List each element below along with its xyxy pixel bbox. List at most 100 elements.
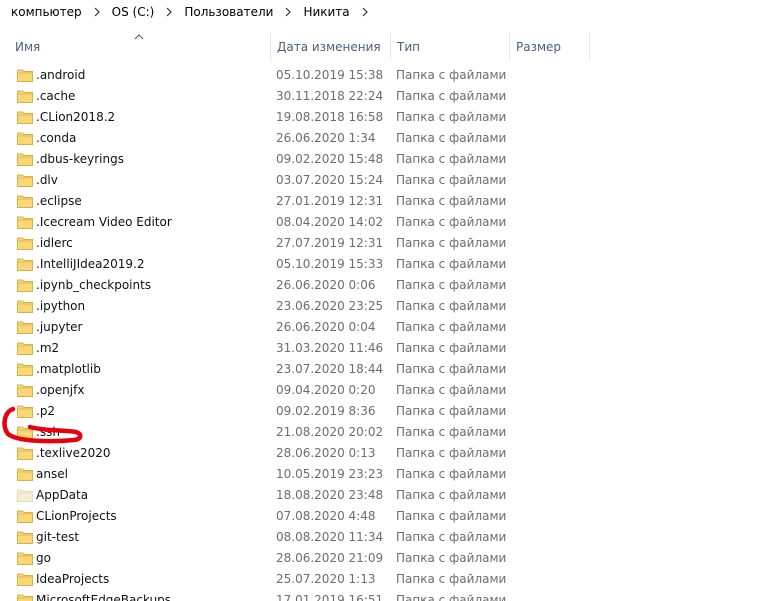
folder-icon <box>17 132 33 145</box>
item-type: Папка с файлами <box>396 299 507 313</box>
folder-icon <box>17 153 33 166</box>
item-type: Папка с файлами <box>396 278 507 292</box>
file-explorer: компьютер OS (C:) Пользователи Никита Им… <box>0 0 779 601</box>
item-type: Папка с файлами <box>396 551 507 565</box>
list-item[interactable]: .idlerc 27.07.2019 12:31 Папка с файлами <box>0 233 779 254</box>
item-name: .ssh <box>36 425 60 439</box>
item-type: Папка с файлами <box>396 257 507 271</box>
folder-icon <box>17 90 33 103</box>
item-name: CLionProjects <box>36 509 117 523</box>
item-name: .conda <box>36 131 77 145</box>
list-item[interactable]: .texlive2020 28.06.2020 0:13 Папка с файла… <box>0 443 779 464</box>
list-item[interactable]: .eclipse 27.01.2019 12:31 Папка с файлами <box>0 191 779 212</box>
column-header-date-label: Дата изменения <box>277 39 381 54</box>
item-name: ansel <box>36 467 68 481</box>
item-name: .texlive2020 <box>36 446 111 460</box>
list-item[interactable]: .CLion2018.2 19.08.2018 16:58 Папка с файл… <box>0 107 779 128</box>
list-item[interactable]: .ipython 23.06.2020 23:25 Папка с файлами <box>0 296 779 317</box>
item-type: Папка с файлами <box>396 509 507 523</box>
list-item[interactable]: .ipynb_checkpoints 26.06.2020 0:06 Папка с… <box>0 275 779 296</box>
column-header-name[interactable]: Имя <box>9 33 270 60</box>
list-item[interactable]: AppData 18.08.2020 23:48 Папка с файлами <box>0 485 779 506</box>
item-date-modified: 26.06.2020 0:04 <box>276 320 376 334</box>
list-item[interactable]: .ssh 21.08.2020 20:02 Папка с файлами <box>0 422 779 443</box>
item-type: Папка с файлами <box>396 173 507 187</box>
list-item[interactable]: go 28.06.2020 21:09 Папка с файлами <box>0 548 779 569</box>
item-date-modified: 08.04.2020 14:02 <box>276 215 384 229</box>
folder-icon <box>17 468 33 481</box>
item-date-modified: 27.07.2019 12:31 <box>276 236 384 250</box>
folder-icon <box>17 384 33 397</box>
list-item[interactable]: .cache 30.11.2018 22:24 Папка с файлами <box>0 86 779 107</box>
item-name: .dlv <box>36 173 58 187</box>
item-name: .cache <box>36 89 76 103</box>
column-header-name-label: Имя <box>15 39 41 54</box>
breadcrumb-item-computer[interactable]: компьютер <box>11 5 82 19</box>
item-name: .Icecream Video Editor <box>36 215 172 229</box>
list-item[interactable]: IdeaProjects 25.07.2020 1:13 Папка с файла… <box>0 569 779 590</box>
chevron-right-icon[interactable] <box>357 4 373 20</box>
list-item[interactable]: MicrosoftEdgeBackups 17.01.2019 16:51 Папк… <box>0 590 779 601</box>
folder-icon <box>17 237 33 250</box>
item-type: Папка с файлами <box>396 152 507 166</box>
list-item[interactable]: .p2 09.02.2019 8:36 Папка с файлами <box>0 401 779 422</box>
folder-icon <box>17 405 33 418</box>
list-item[interactable]: .jupyter 26.06.2020 0:04 Папка с файлами <box>0 317 779 338</box>
breadcrumb-item-drive[interactable]: OS (C:) <box>112 5 155 19</box>
item-name: git-test <box>36 530 80 544</box>
item-date-modified: 09.02.2020 15:48 <box>276 152 384 166</box>
folder-icon <box>17 426 33 439</box>
list-item[interactable]: .IntelliJIdea2019.2 05.10.2019 15:33 Папка… <box>0 254 779 275</box>
breadcrumb-item-current-user[interactable]: Никита <box>303 5 349 19</box>
list-item[interactable]: .conda 26.06.2020 1:34 Папка с файлами <box>0 128 779 149</box>
list-item[interactable]: git-test 08.08.2020 11:34 Папка с файлами <box>0 527 779 548</box>
item-name: .p2 <box>36 404 56 418</box>
item-date-modified: 27.01.2019 12:31 <box>276 194 384 208</box>
column-header-date[interactable]: Дата изменения <box>270 33 390 60</box>
column-header-size-label: Размер <box>516 39 562 54</box>
list-item[interactable]: ansel 10.05.2019 23:23 Папка с файлами <box>0 464 779 485</box>
item-type: Папка с файлами <box>396 194 507 208</box>
item-name: .openjfx <box>36 383 85 397</box>
item-type: Папка с файлами <box>396 446 507 460</box>
list-item[interactable]: .dlv 03.07.2020 15:24 Папка с файлами <box>0 170 779 191</box>
list-item[interactable]: .Icecream Video Editor 08.04.2020 14:02 Па… <box>0 212 779 233</box>
item-date-modified: 07.08.2020 4:48 <box>276 509 376 523</box>
column-header-type[interactable]: Тип <box>390 33 509 60</box>
list-item[interactable]: CLionProjects 07.08.2020 4:48 Папка с файл… <box>0 506 779 527</box>
item-date-modified: 05.10.2019 15:33 <box>276 257 384 271</box>
item-date-modified: 09.02.2019 8:36 <box>276 404 376 418</box>
list-item[interactable]: .matplotlib 23.07.2020 18:44 Папка с файла… <box>0 359 779 380</box>
item-date-modified: 28.06.2020 0:13 <box>276 446 376 460</box>
folder-icon <box>17 216 33 229</box>
item-type: Папка с файлами <box>396 530 507 544</box>
item-type: Папка с файлами <box>396 593 507 601</box>
chevron-right-icon[interactable] <box>161 4 177 20</box>
folder-icon <box>17 69 33 82</box>
item-date-modified: 26.06.2020 0:06 <box>276 278 376 292</box>
item-type: Папка с файлами <box>396 572 507 586</box>
list-item[interactable]: .m2 31.03.2020 11:46 Папка с файлами <box>0 338 779 359</box>
item-date-modified: 17.01.2019 16:51 <box>276 593 384 601</box>
item-date-modified: 08.08.2020 11:34 <box>276 530 384 544</box>
item-date-modified: 21.08.2020 20:02 <box>276 425 384 439</box>
item-name: .m2 <box>36 341 60 355</box>
chevron-right-icon[interactable] <box>89 4 105 20</box>
list-item[interactable]: .android 05.10.2019 15:38 Папка с файлами <box>0 65 779 86</box>
item-type: Папка с файлами <box>396 68 507 82</box>
list-item[interactable]: .openjfx 09.04.2020 0:20 Папка с файлами <box>0 380 779 401</box>
item-name: IdeaProjects <box>36 572 110 586</box>
column-header-size[interactable]: Размер <box>509 33 590 60</box>
item-date-modified: 18.08.2020 23:48 <box>276 488 384 502</box>
list-item[interactable]: .dbus-keyrings 09.02.2020 15:48 Папка с фа… <box>0 149 779 170</box>
breadcrumb-item-users[interactable]: Пользователи <box>184 5 273 19</box>
item-type: Папка с файлами <box>396 404 507 418</box>
item-date-modified: 31.03.2020 11:46 <box>276 341 384 355</box>
item-date-modified: 30.11.2018 22:24 <box>276 89 384 103</box>
item-name: .matplotlib <box>36 362 101 376</box>
chevron-right-icon[interactable] <box>280 4 296 20</box>
item-date-modified: 25.07.2020 1:13 <box>276 572 376 586</box>
folder-icon <box>17 342 33 355</box>
item-date-modified: 05.10.2019 15:38 <box>276 68 384 82</box>
item-name: go <box>36 551 51 565</box>
